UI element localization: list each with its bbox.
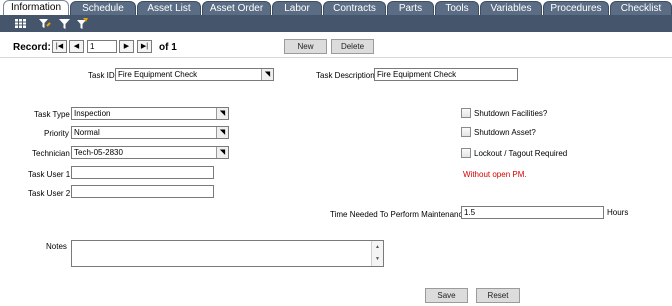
grid-icon[interactable]	[14, 17, 27, 30]
chevron-down-icon[interactable]: ◥	[216, 127, 228, 138]
save-button[interactable]: Save	[425, 288, 468, 303]
tab-asset-order[interactable]: Asset Order	[202, 1, 271, 16]
filter-icon[interactable]	[58, 17, 71, 30]
filter-clear-icon[interactable]	[76, 17, 89, 30]
lockout-tagout-label: Lockout / Tagout Required	[474, 149, 568, 158]
warning-text: Without open PM.	[463, 170, 527, 179]
next-record-button[interactable]: ▶	[119, 40, 134, 53]
tab-procedures[interactable]: Procedures	[543, 1, 609, 16]
last-record-button[interactable]: ▶|	[137, 40, 152, 53]
tab-checklist[interactable]: Checklist	[610, 1, 672, 16]
technician-value: Tech-05-2830	[74, 148, 123, 157]
delete-button[interactable]: Delete	[331, 39, 374, 54]
filter-edit-icon[interactable]	[38, 17, 51, 30]
toolbar	[0, 15, 672, 32]
notes-textarea[interactable]: ▲ ▼	[71, 240, 384, 267]
task-user1-label: Task User 1	[28, 170, 71, 179]
chevron-down-icon[interactable]: ◥	[216, 147, 228, 158]
task-id-select[interactable]: Fire Equipment Check ◥	[115, 68, 274, 81]
notes-scrollbar[interactable]: ▲ ▼	[371, 241, 383, 266]
time-needed-field[interactable]: 1.5	[461, 206, 604, 219]
tab-variables[interactable]: Variables	[480, 1, 542, 16]
priority-value: Normal	[74, 128, 100, 137]
tab-labor[interactable]: Labor	[272, 1, 322, 16]
scroll-up-icon[interactable]: ▲	[372, 241, 383, 253]
task-description-label: Task Description	[316, 71, 375, 80]
task-user2-field[interactable]	[71, 185, 214, 198]
chevron-down-icon[interactable]: ◥	[216, 108, 228, 119]
scroll-down-icon[interactable]: ▼	[372, 253, 383, 265]
record-number-input[interactable]	[87, 40, 117, 53]
task-id-label: Task ID	[88, 71, 115, 80]
task-type-label: Task Type	[34, 110, 70, 119]
reset-button[interactable]: Reset	[476, 288, 520, 303]
time-needed-label: Time Needed To Perform Maintenance	[330, 210, 467, 219]
task-id-value: Fire Equipment Check	[118, 70, 198, 79]
first-record-button[interactable]: |◀	[52, 40, 67, 53]
shutdown-asset-label: Shutdown Asset?	[474, 128, 536, 137]
task-type-select[interactable]: Inspection ◥	[71, 107, 229, 120]
divider	[0, 57, 672, 58]
chevron-down-icon[interactable]: ◥	[261, 69, 273, 80]
record-label: Record:	[13, 42, 51, 53]
shutdown-facilities-checkbox[interactable]	[461, 108, 471, 118]
tab-schedule[interactable]: Schedule	[70, 1, 136, 16]
task-type-value: Inspection	[74, 109, 111, 118]
tab-asset-list[interactable]: Asset List	[137, 1, 201, 16]
tab-contracts[interactable]: Contracts	[323, 1, 386, 16]
task-description-field[interactable]: Fire Equipment Check	[374, 68, 518, 81]
shutdown-facilities-label: Shutdown Facilities?	[474, 109, 548, 118]
tab-parts[interactable]: Parts	[387, 1, 434, 16]
shutdown-asset-checkbox[interactable]	[461, 127, 471, 137]
technician-label: Technician	[32, 149, 70, 158]
technician-select[interactable]: Tech-05-2830 ◥	[71, 146, 229, 159]
priority-label: Priority	[44, 129, 69, 138]
lockout-tagout-checkbox[interactable]	[461, 148, 471, 158]
tab-information[interactable]: Information	[3, 0, 69, 16]
hours-label: Hours	[607, 208, 629, 217]
priority-select[interactable]: Normal ◥	[71, 126, 229, 139]
new-button[interactable]: New	[284, 39, 327, 54]
tab-tools[interactable]: Tools	[435, 1, 479, 16]
notes-label: Notes	[46, 242, 67, 251]
prev-record-button[interactable]: ◀	[69, 40, 84, 53]
task-user1-field[interactable]	[71, 166, 214, 179]
task-user2-label: Task User 2	[28, 189, 71, 198]
record-count: of 1	[159, 42, 177, 53]
tab-bar: Information Schedule Asset List Asset Or…	[0, 0, 672, 16]
